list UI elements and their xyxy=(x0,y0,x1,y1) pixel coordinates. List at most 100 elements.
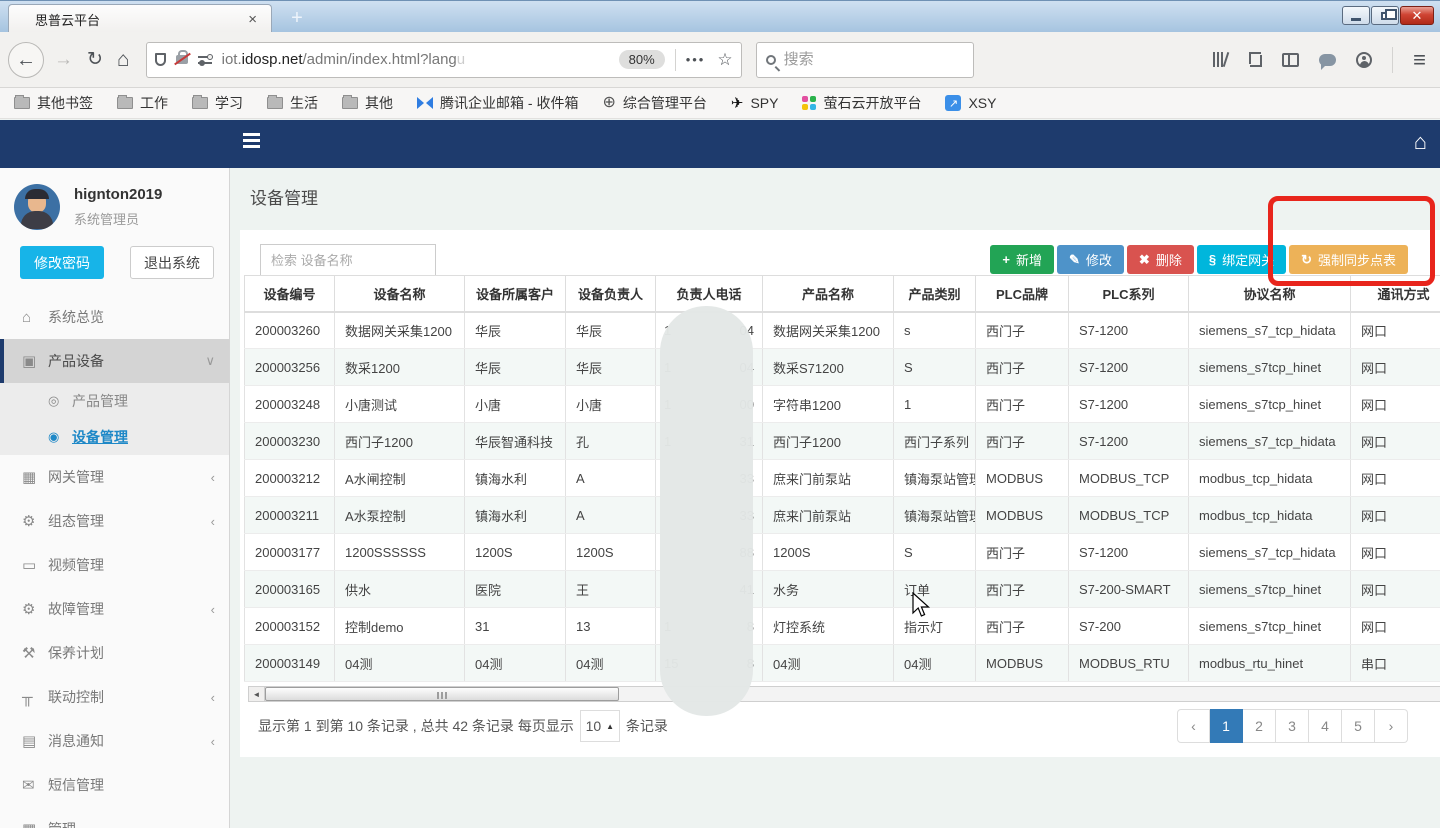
cell: 数据网关采集1200 xyxy=(763,312,894,349)
page-4[interactable]: 4 xyxy=(1309,709,1342,743)
table-row[interactable]: 200003256数采1200华辰华辰104数采S71200S西门子S7-120… xyxy=(245,349,1440,386)
bookmark-star-icon[interactable]: ☆ xyxy=(717,50,732,70)
back-button[interactable]: ← xyxy=(8,42,44,78)
close-button[interactable]: ✕ xyxy=(1400,6,1434,25)
sidebar-item-联动控制[interactable]: ╥联动控制‹ xyxy=(0,675,229,719)
table-row[interactable]: 200003165供水医院王41水务订单西门子S7-200-SMARTsieme… xyxy=(245,571,1440,608)
bookmark-item[interactable]: 腾讯企业邮箱 - 收件箱 xyxy=(417,93,578,113)
reload-button[interactable]: ↻ xyxy=(87,50,103,69)
url-bar[interactable]: iot.idosp.net/admin/index.html?langu 80%… xyxy=(146,42,742,78)
bookmark-item[interactable]: 萤石云开放平台 xyxy=(802,93,921,113)
sidebar-item-视频管理[interactable]: ▭视频管理 xyxy=(0,543,229,587)
table-row[interactable]: 200003230西门子1200华辰智通科技孔131西门子1200西门子系列西门… xyxy=(245,423,1440,460)
tab-close-icon[interactable]: × xyxy=(244,11,261,28)
sidebar-item-产品设备[interactable]: ▣产品设备∨ xyxy=(0,339,229,383)
cell: 西门子 xyxy=(976,312,1069,349)
browser-tab[interactable]: 思普云平台 × xyxy=(8,4,272,33)
tracking-protection-icon[interactable] xyxy=(155,53,166,66)
page-next[interactable]: › xyxy=(1375,709,1408,743)
sidebar-item-保养计划[interactable]: ⚒保养计划 xyxy=(0,631,229,675)
logout-button[interactable]: 退出系统 xyxy=(130,246,214,279)
table-row[interactable]: 200003212A水闸控制镇海水利A33庶来门前泵站镇海泵站管理MODBUSM… xyxy=(245,460,1440,497)
minimize-button[interactable] xyxy=(1342,6,1370,25)
screenshot-icon[interactable] xyxy=(1247,52,1262,67)
account-icon[interactable] xyxy=(1356,52,1372,68)
page-actions-icon[interactable]: ••• xyxy=(686,52,706,67)
sidebar-item-label: 视频管理 xyxy=(48,555,215,575)
table-row[interactable]: 200003260数据网关采集1200华辰华辰104数据网关采集1200s西门子… xyxy=(245,312,1440,349)
toolbar-button-新增[interactable]: +新增 xyxy=(990,245,1054,274)
column-header-产品类别[interactable]: 产品类别 xyxy=(894,276,976,312)
page-5[interactable]: 5 xyxy=(1342,709,1375,743)
sidebar-item-网关管理[interactable]: ▦网关管理‹ xyxy=(0,455,229,499)
messages-icon[interactable] xyxy=(1319,54,1336,66)
table-row[interactable]: 2000031771200SSSSSS1200S1200S881200SS西门子… xyxy=(245,534,1440,571)
toolbar-button-删除[interactable]: ✖删除 xyxy=(1127,245,1194,274)
divider xyxy=(675,49,676,71)
restore-button[interactable] xyxy=(1371,6,1399,25)
forward-button[interactable]: → xyxy=(54,50,73,69)
app-home-icon[interactable]: ⌂ xyxy=(1414,131,1427,153)
table-row[interactable]: 20000314904测04测04测15804测04测MODBUSMODBUS_… xyxy=(245,645,1440,682)
column-header-设备所属客户[interactable]: 设备所属客户 xyxy=(465,276,566,312)
bookmark-item[interactable]: 学习 xyxy=(192,93,243,113)
browser-home-button[interactable]: ⌂ xyxy=(117,49,130,70)
cell: 网口 xyxy=(1351,460,1440,497)
scroll-left-arrow[interactable]: ◄ xyxy=(249,687,265,701)
change-password-button[interactable]: 修改密码 xyxy=(20,246,104,279)
zoom-level-badge[interactable]: 80% xyxy=(619,50,665,69)
bookmark-item[interactable]: 生活 xyxy=(267,93,318,113)
device-search-input[interactable] xyxy=(260,244,436,277)
page-prev[interactable]: ‹ xyxy=(1177,709,1210,743)
sidebar-item-管理[interactable]: ▦管理 xyxy=(0,807,229,828)
sidebar-item-短信管理[interactable]: ✉短信管理 xyxy=(0,763,229,807)
folder-icon xyxy=(117,97,133,109)
bookmark-item[interactable]: ↗XSY xyxy=(945,95,996,111)
table-row[interactable]: 200003248小唐测试小唐小唐100字符串12001西门子S7-1200si… xyxy=(245,386,1440,423)
table-row[interactable]: 200003211A水泵控制镇海水利A33庶来门前泵站镇海泵站管理MODBUSM… xyxy=(245,497,1440,534)
page-1[interactable]: 1 xyxy=(1210,709,1243,743)
sidebar-item-组态管理[interactable]: ⚙组态管理‹ xyxy=(0,499,229,543)
column-header-设备编号[interactable]: 设备编号 xyxy=(245,276,335,312)
toolbar-button-修改[interactable]: ✎修改 xyxy=(1057,245,1124,274)
sidebar-item-故障管理[interactable]: ⚙故障管理‹ xyxy=(0,587,229,631)
menu-hamburger-icon[interactable]: ≡ xyxy=(1413,49,1426,71)
toolbar-right-icons: ≡ xyxy=(1213,47,1440,73)
library-icon[interactable] xyxy=(1213,52,1227,67)
sidebar-subitem-设备管理[interactable]: ◉设备管理 xyxy=(0,419,229,455)
page-size-select[interactable]: 10 ▲ xyxy=(580,710,620,742)
bookmark-item[interactable]: 其他 xyxy=(342,93,393,113)
column-header-PLC系列[interactable]: PLC系列 xyxy=(1069,276,1189,312)
page-3[interactable]: 3 xyxy=(1276,709,1309,743)
folder-icon xyxy=(267,97,283,109)
cell: MODBUS xyxy=(976,497,1069,534)
column-header-设备名称[interactable]: 设备名称 xyxy=(335,276,465,312)
records-suffix: 条记录 xyxy=(626,716,668,736)
sidebar-subitem-label: 设备管理 xyxy=(72,427,128,447)
new-tab-button[interactable]: + xyxy=(284,7,310,31)
sidebar-subitem-产品管理[interactable]: ◎产品管理 xyxy=(0,383,229,419)
sidebar-toggle-icon[interactable] xyxy=(1282,53,1299,67)
column-header-产品名称[interactable]: 产品名称 xyxy=(763,276,894,312)
insecure-lock-icon[interactable] xyxy=(176,55,188,64)
column-header-PLC品牌[interactable]: PLC品牌 xyxy=(976,276,1069,312)
page-2[interactable]: 2 xyxy=(1243,709,1276,743)
scrollbar-thumb[interactable] xyxy=(265,687,619,701)
sidebar-item-消息通知[interactable]: ▤消息通知‹ xyxy=(0,719,229,763)
cell: MODBUS_TCP xyxy=(1069,497,1189,534)
caret-up-icon: ▲ xyxy=(606,722,614,731)
sidebar-item-系统总览[interactable]: ⌂系统总览 xyxy=(0,295,229,339)
browser-search-box[interactable] xyxy=(756,42,974,78)
bookmark-item[interactable]: 其他书签 xyxy=(14,93,93,113)
permissions-icon[interactable] xyxy=(198,54,212,66)
bookmark-item[interactable]: ⊕综合管理平台 xyxy=(602,93,706,113)
horizontal-scrollbar[interactable]: ◄ ► xyxy=(248,686,1440,702)
column-header-设备负责人[interactable]: 设备负责人 xyxy=(566,276,656,312)
browser-search-input[interactable] xyxy=(784,51,944,68)
sidebar-collapse-icon[interactable] xyxy=(243,133,260,147)
xsy-icon: ↗ xyxy=(945,95,961,111)
cell: 小唐 xyxy=(465,386,566,423)
table-row[interactable]: 200003152控制demo311318灯控系统指示灯西门子S7-200sie… xyxy=(245,608,1440,645)
bookmark-item[interactable]: ✈SPY xyxy=(731,95,779,111)
bookmark-item[interactable]: 工作 xyxy=(117,93,168,113)
